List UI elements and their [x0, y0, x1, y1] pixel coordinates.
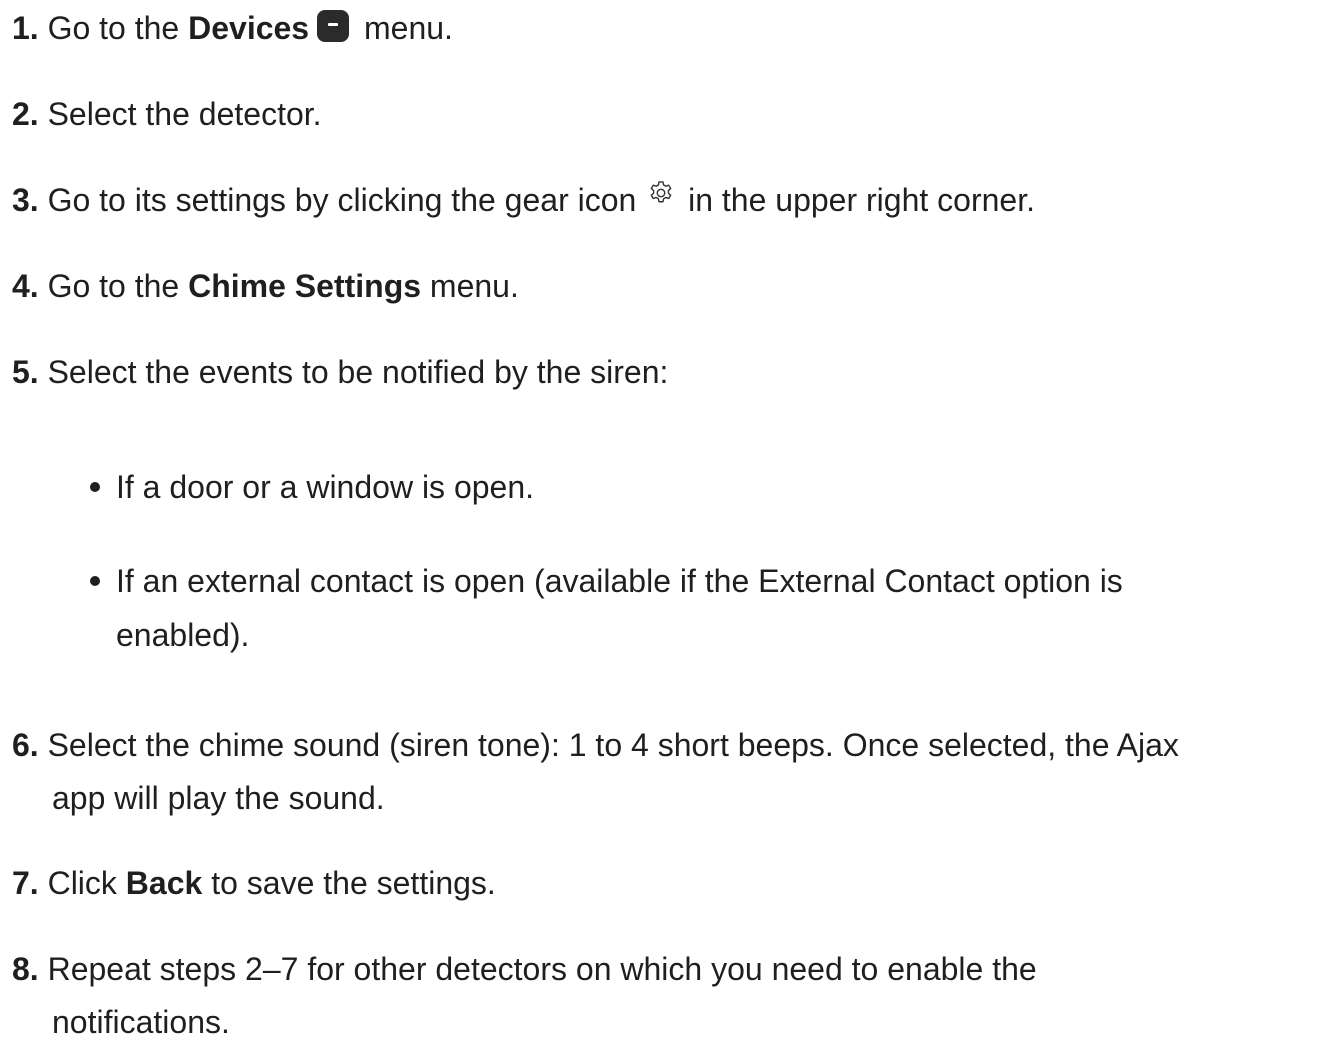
menu-name-devices: Devices	[188, 10, 310, 46]
step-1: 1. Go to the Devices menu.	[12, 2, 453, 54]
bullet-item-2-continued: enabled).	[116, 617, 250, 653]
instructions-document: 1. Go to the Devices menu. 2. Select the…	[0, 0, 1328, 1040]
step-number: 5.	[12, 354, 39, 390]
step-number: 2.	[12, 96, 39, 132]
gear-icon	[650, 181, 672, 203]
step-number: 6.	[12, 727, 39, 763]
step-text: in the upper right corner.	[679, 182, 1035, 218]
step-number: 4.	[12, 268, 39, 304]
step-text: Select the events to be notified by the …	[47, 354, 669, 390]
step-number: 7.	[12, 865, 39, 901]
step-text: Select the chime sound (siren tone): 1 t…	[47, 727, 1179, 763]
step-text: Select the detector.	[47, 96, 322, 132]
step-number: 8.	[12, 951, 39, 987]
devices-icon	[317, 10, 350, 42]
step-text: menu.	[421, 268, 519, 304]
step-6-continued: app will play the sound.	[52, 780, 385, 816]
step-7: 7. Click Back to save the settings.	[12, 857, 496, 909]
button-name-back: Back	[125, 865, 203, 901]
step-4: 4. Go to the Chime Settings menu.	[12, 260, 519, 312]
step-text: Go to the	[47, 268, 189, 304]
step-text: to save the settings.	[202, 865, 496, 901]
step-6: 6. Select the chime sound (siren tone): …	[12, 719, 1179, 771]
bullet-dot	[90, 482, 100, 492]
step-8-continued: notifications.	[52, 1004, 230, 1040]
step-number: 1.	[12, 10, 39, 46]
step-text: Go to the	[47, 10, 189, 46]
step-5: 5. Select the events to be notified by t…	[12, 346, 668, 398]
bullet-dot	[90, 576, 100, 586]
step-text: Repeat steps 2–7 for other detectors on …	[47, 951, 1037, 987]
step-number: 3.	[12, 182, 39, 218]
step-3: 3. Go to its settings by clicking the ge…	[12, 174, 1035, 226]
step-text: Click	[47, 865, 126, 901]
menu-name-chime-settings: Chime Settings	[188, 268, 422, 304]
bullet-item-2: If an external contact is open (availabl…	[116, 563, 1123, 599]
step-2: 2. Select the detector.	[12, 88, 322, 140]
bullet-item-1: If a door or a window is open.	[116, 469, 535, 505]
step-text: Go to its settings by clicking the gear …	[47, 182, 646, 218]
step-8: 8. Repeat steps 2–7 for other detectors …	[12, 943, 1037, 995]
step-text: menu.	[355, 10, 453, 46]
